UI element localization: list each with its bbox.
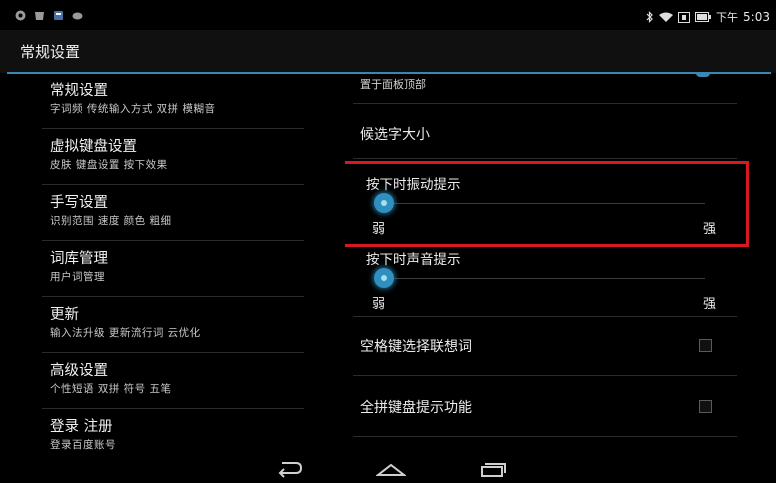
recent-apps-icon[interactable] bbox=[478, 458, 508, 478]
setting-partial-label[interactable]: 置于面板顶部 bbox=[360, 76, 426, 92]
category-subtitle: 识别范围 速度 颜色 粗细 bbox=[50, 215, 172, 227]
divider bbox=[42, 352, 304, 353]
status-bar: 下午 5:03 bbox=[0, 0, 776, 30]
app-icon-1 bbox=[15, 10, 26, 21]
category-title: 词库管理 bbox=[50, 251, 108, 267]
divider bbox=[353, 316, 737, 317]
category-virtual-keyboard[interactable]: 虚拟键盘设置 皮肤 键盘设置 按下效果 bbox=[50, 138, 290, 173]
vibration-slider-thumb[interactable] bbox=[374, 193, 394, 213]
category-update[interactable]: 更新 输入法升级 更新流行词 云优化 bbox=[50, 306, 290, 341]
category-title: 虚拟键盘设置 bbox=[50, 139, 137, 155]
category-title: 登录 注册 bbox=[50, 419, 113, 435]
category-handwriting[interactable]: 手写设置 识别范围 速度 颜色 粗细 bbox=[50, 194, 290, 229]
app-icon-3 bbox=[54, 11, 63, 20]
back-icon[interactable] bbox=[274, 458, 304, 478]
bluetooth-icon bbox=[646, 11, 653, 23]
divider bbox=[353, 158, 737, 159]
pinyin-hint-label: 全拼键盘提示功能 bbox=[360, 400, 472, 416]
sound-slider-thumb[interactable] bbox=[374, 268, 394, 288]
setting-candidate-size[interactable]: 候选字大小 bbox=[360, 124, 430, 144]
category-subtitle: 皮肤 键盘设置 按下效果 bbox=[50, 159, 168, 171]
category-subtitle: 登录百度账号 bbox=[50, 439, 116, 451]
system-icons: 下午 5:03 bbox=[646, 9, 770, 25]
time-clock: 5:03 bbox=[743, 10, 770, 24]
wifi-icon bbox=[659, 12, 674, 22]
notification-icons bbox=[15, 10, 83, 21]
category-dictionary[interactable]: 词库管理 用户词管理 bbox=[50, 250, 290, 285]
vibration-max-label: 强 bbox=[703, 222, 717, 237]
divider bbox=[42, 240, 304, 241]
app-icon-4 bbox=[72, 12, 83, 20]
category-subtitle: 个性短语 双拼 符号 五笔 bbox=[50, 383, 172, 395]
space-select-checkbox[interactable] bbox=[699, 339, 712, 352]
category-subtitle: 用户词管理 bbox=[50, 271, 105, 283]
category-subtitle: 字词频 传统输入方式 双拼 模糊音 bbox=[50, 103, 216, 115]
space-select-label: 空格键选择联想词 bbox=[360, 339, 472, 355]
category-login[interactable]: 登录 注册 登录百度账号 bbox=[50, 418, 290, 453]
divider bbox=[42, 296, 304, 297]
category-subtitle: 输入法升级 更新流行词 云优化 bbox=[50, 327, 201, 339]
divider bbox=[42, 128, 304, 129]
settings-panel: 置于面板顶部 候选字大小 按下时振动提示 弱 强 按下时声音提示 弱 强 空格键… bbox=[345, 74, 776, 454]
category-title: 常规设置 bbox=[50, 83, 108, 99]
category-list: 常规设置 字词频 传统输入方式 双拼 模糊音 虚拟键盘设置 皮肤 键盘设置 按下… bbox=[0, 74, 345, 454]
divider bbox=[353, 103, 737, 104]
battery-icon bbox=[695, 12, 712, 22]
navigation-bar bbox=[0, 454, 776, 483]
vibration-label: 按下时振动提示 bbox=[366, 177, 461, 193]
category-title: 更新 bbox=[50, 307, 79, 323]
page-title: 常规设置 bbox=[20, 43, 81, 61]
divider bbox=[353, 436, 737, 437]
divider bbox=[42, 408, 304, 409]
category-title: 高级设置 bbox=[50, 363, 108, 379]
category-general[interactable]: 常规设置 字词频 传统输入方式 双拼 模糊音 bbox=[50, 82, 290, 117]
scroll-indicator bbox=[696, 74, 710, 77]
divider bbox=[42, 184, 304, 185]
time-ampm: 下午 bbox=[716, 11, 739, 24]
home-icon[interactable] bbox=[376, 458, 406, 478]
signal-icon bbox=[678, 11, 691, 23]
app-icon-2 bbox=[35, 12, 44, 20]
action-bar: 常规设置 bbox=[0, 30, 776, 73]
category-advanced[interactable]: 高级设置 个性短语 双拼 符号 五笔 bbox=[50, 362, 290, 397]
sound-min-label: 弱 bbox=[372, 297, 386, 312]
vibration-slider-track[interactable] bbox=[375, 203, 705, 204]
sound-max-label: 强 bbox=[703, 297, 717, 312]
pinyin-hint-checkbox[interactable] bbox=[699, 400, 712, 413]
sound-label: 按下时声音提示 bbox=[366, 252, 461, 268]
divider bbox=[353, 375, 737, 376]
category-title: 手写设置 bbox=[50, 195, 108, 211]
sound-slider-track[interactable] bbox=[375, 278, 705, 279]
vibration-min-label: 弱 bbox=[372, 222, 386, 237]
